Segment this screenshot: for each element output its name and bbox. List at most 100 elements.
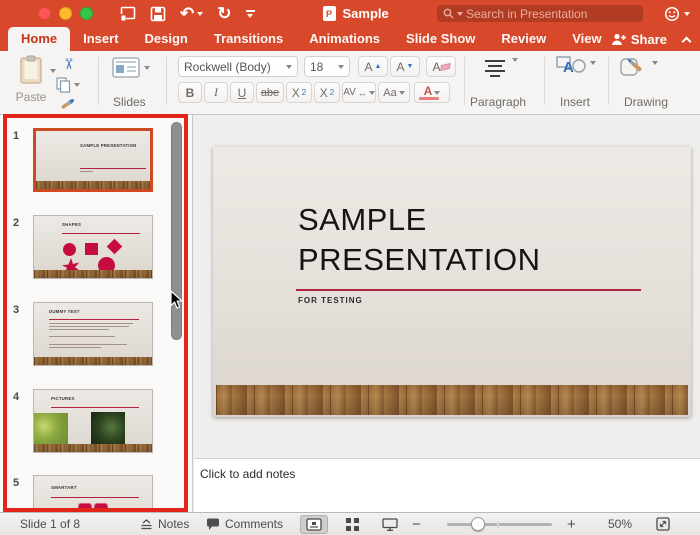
thumbnail-slide-3[interactable]: DUMMY TEXT [33, 302, 153, 366]
collapse-ribbon-icon[interactable] [681, 36, 692, 46]
dummy-paragraph [49, 336, 119, 339]
slide-sorter-view-button[interactable] [338, 515, 366, 534]
slide-subtitle[interactable]: FOR TESTING [298, 296, 363, 305]
quick-access-toolbar: ↶ ↻ [119, 5, 255, 22]
slide-show-view-button[interactable] [376, 515, 404, 534]
toolbar-options-icon[interactable] [245, 9, 255, 18]
undo-button[interactable]: ↶ [180, 4, 204, 23]
save-icon[interactable] [150, 6, 166, 22]
shape-circle [63, 243, 76, 256]
search-scope-caret-icon[interactable] [457, 11, 463, 16]
grow-arrow-icon: ▲ [374, 63, 382, 70]
font-name-value: Rockwell (Body) [184, 59, 271, 74]
cut-icon[interactable]: ✂ [59, 58, 77, 71]
tab-review[interactable]: Review [488, 27, 559, 51]
font-size-caret-icon [338, 64, 344, 69]
slide-editor-canvas: SAMPLE PRESENTATION FOR TESTING [194, 115, 700, 458]
thumbnail-slide-2[interactable]: SHAPES [33, 215, 153, 279]
tab-view[interactable]: View [559, 27, 614, 51]
change-case-button[interactable]: Aa [378, 82, 410, 103]
font-color-button[interactable]: A [414, 82, 450, 103]
fit-to-window-icon [656, 517, 670, 531]
zoom-in-button[interactable]: + [567, 513, 576, 535]
thumbnail-slide-4[interactable]: PICTURES [33, 389, 153, 453]
spacing-arrows-icon: ↔ [357, 87, 367, 98]
tab-slide-show[interactable]: Slide Show [393, 27, 488, 51]
font-name-select[interactable]: Rockwell (Body) [178, 56, 298, 77]
dummy-paragraph [49, 323, 133, 332]
drawing-icon [620, 58, 642, 76]
underline-button[interactable]: U [230, 82, 254, 103]
copy-button[interactable] [56, 77, 80, 93]
grow-font-button[interactable]: A ▲ [358, 56, 388, 77]
redo-icon[interactable]: ↻ [217, 5, 231, 22]
undo-caret-icon[interactable] [197, 11, 204, 16]
paragraph-label: Paragraph [470, 95, 527, 109]
search-box[interactable] [437, 5, 643, 22]
smartart-node [78, 503, 92, 512]
photo-green-abstract [34, 413, 68, 446]
normal-view-icon [306, 517, 322, 531]
insert-button[interactable]: A [556, 55, 596, 79]
thumbnail-number: 3 [12, 304, 20, 316]
feedback-control[interactable] [664, 6, 690, 22]
thumbnail-number: 2 [12, 217, 20, 229]
notes-pane[interactable]: Click to add notes [194, 458, 700, 512]
tab-insert[interactable]: Insert [70, 27, 131, 51]
paragraph-button[interactable] [482, 58, 518, 77]
zoom-slider-track[interactable] [447, 516, 552, 531]
thumbnail-number: 4 [12, 391, 20, 403]
slide-thumbnail-panel: 1 SAMPLE PRESENTATION 2 SHAPES 3 DUMMY T… [0, 115, 193, 512]
comments-toggle[interactable]: Comments [206, 513, 283, 535]
thumb-floor [34, 357, 152, 365]
smiley-icon [664, 6, 680, 22]
tab-transitions[interactable]: Transitions [201, 27, 296, 51]
clear-formatting-button[interactable]: A [426, 56, 456, 77]
share-label: Share [630, 31, 667, 47]
character-spacing-button[interactable]: AV ↔ [342, 82, 376, 103]
zoom-window-button[interactable] [80, 7, 93, 20]
copy-caret-icon [74, 83, 80, 87]
subscript-button[interactable]: X2 [314, 82, 340, 103]
undo-icon: ↶ [180, 4, 195, 23]
new-slide-icon[interactable] [119, 6, 136, 22]
italic-button[interactable]: I [204, 82, 228, 103]
normal-view-button[interactable] [300, 514, 328, 534]
eraser-icon [439, 62, 451, 71]
current-slide[interactable]: SAMPLE PRESENTATION FOR TESTING [213, 147, 691, 417]
zoom-slider-thumb[interactable] [471, 516, 485, 531]
slide-title[interactable]: SAMPLE PRESENTATION [298, 200, 541, 280]
paragraph-icon [485, 60, 505, 77]
thumbnail-slide-1[interactable]: SAMPLE PRESENTATION [33, 128, 153, 192]
ribbon: Paste ✂ Slides Rockwell (Body) 18 A ▲ A … [0, 51, 700, 115]
search-input[interactable] [466, 6, 616, 21]
zoom-out-button[interactable]: − [412, 513, 421, 535]
bold-button[interactable]: B [178, 82, 202, 103]
fit-slide-button[interactable] [656, 513, 670, 535]
font-size-select[interactable]: 18 [304, 56, 350, 77]
tab-design[interactable]: Design [132, 27, 201, 51]
thumbnail-slide-5[interactable]: SMARTART [33, 475, 153, 512]
tab-home[interactable]: Home [8, 27, 71, 51]
superscript-button[interactable]: X2 [286, 82, 312, 103]
zoom-level[interactable]: 50% [608, 513, 632, 535]
notes-toggle[interactable]: Notes [140, 513, 189, 535]
mouse-cursor [170, 290, 183, 309]
tab-animations[interactable]: Animations [296, 27, 393, 51]
paste-button[interactable]: Paste [8, 55, 56, 104]
close-window-button[interactable] [38, 7, 51, 20]
slides-button[interactable] [112, 57, 150, 78]
drawing-button[interactable] [620, 55, 658, 79]
status-bar: Slide 1 of 8 Notes Comments − + 50% [0, 512, 700, 535]
format-painter-icon[interactable] [60, 97, 76, 110]
zoom-slider[interactable] [447, 513, 552, 535]
powerpoint-window: ↶ ↻ P Sample Home Insert Design Transiti… [0, 0, 700, 535]
strikethrough-button[interactable]: abe [256, 82, 284, 103]
notes-placeholder[interactable]: Click to add notes [200, 467, 700, 481]
slides-caret-icon [144, 65, 150, 70]
share-button[interactable]: Share [611, 32, 667, 47]
shrink-font-button[interactable]: A ▼ [390, 56, 420, 77]
minimize-window-button[interactable] [59, 7, 72, 20]
font-name-caret-icon [286, 64, 292, 69]
copy-icon [56, 77, 71, 93]
